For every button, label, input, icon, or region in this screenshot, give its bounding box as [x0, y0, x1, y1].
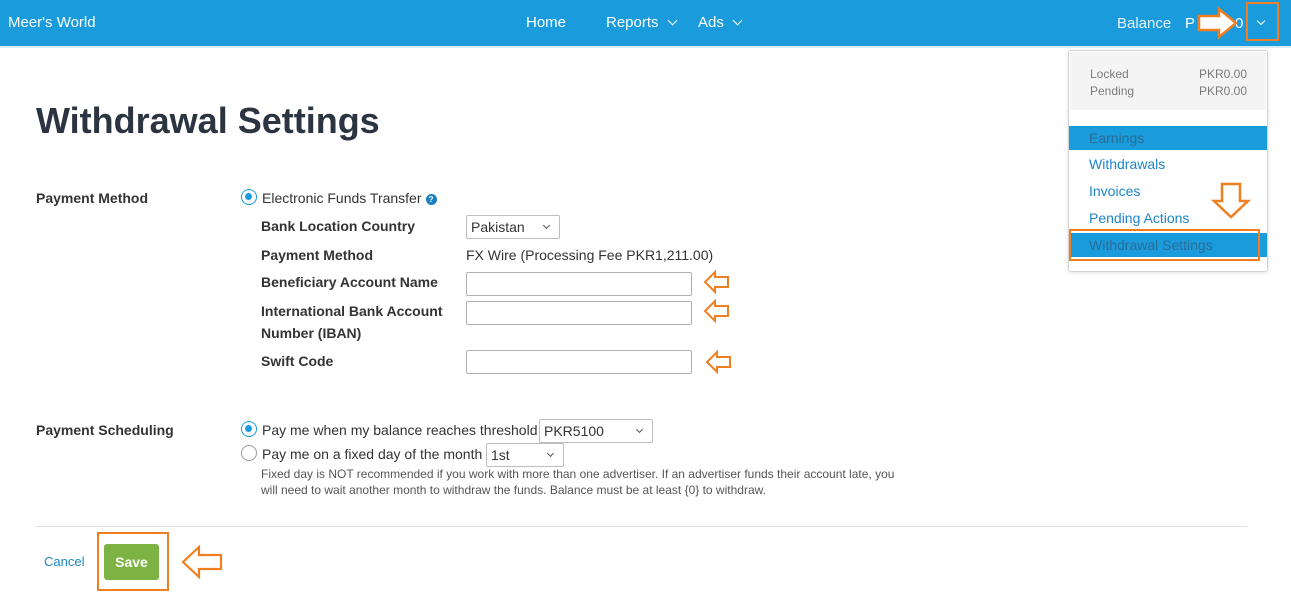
- eft-radio[interactable]: [241, 189, 257, 205]
- chevron-down-icon: [546, 449, 555, 458]
- swift-code-input[interactable]: [466, 350, 692, 374]
- arrow-annotation-icon: [703, 269, 729, 295]
- top-navbar: Meer's World Home Reports Ads Balance P …: [0, 0, 1291, 46]
- beneficiary-label: Beneficiary Account Name: [261, 274, 438, 290]
- fixed-day-option-label[interactable]: Pay me on a fixed day of the month: [262, 446, 482, 462]
- method-value: FX Wire (Processing Fee PKR1,211.00): [466, 247, 714, 263]
- help-icon[interactable]: ?: [425, 194, 437, 205]
- menu-item-earnings[interactable]: Earnings: [1069, 126, 1267, 150]
- arrow-annotation-icon: [1197, 6, 1238, 40]
- chevron-down-icon: [667, 15, 677, 26]
- account-menu-toggle[interactable]: [1246, 2, 1279, 41]
- iban-label: International Bank Account Number (IBAN): [261, 303, 443, 341]
- arrow-annotation-icon: [705, 349, 731, 375]
- divider: [36, 526, 1247, 527]
- nav-reports-label: Reports: [606, 14, 659, 31]
- nav-reports[interactable]: Reports: [606, 14, 677, 31]
- eft-option[interactable]: Electronic Funds Transfer?: [262, 190, 437, 206]
- threshold-radio[interactable]: [241, 421, 257, 437]
- payment-scheduling-section-label: Payment Scheduling: [36, 422, 174, 438]
- nav-ads[interactable]: Ads: [698, 14, 743, 31]
- pending-value: PKR0.00: [1198, 84, 1247, 98]
- balance-label: Balance: [1117, 15, 1172, 32]
- balance-value: P: [1185, 15, 1196, 32]
- menu-item-withdrawals[interactable]: Withdrawals: [1069, 152, 1267, 176]
- threshold-option-label[interactable]: Pay me when my balance reaches threshold: [262, 422, 537, 438]
- navbar-underline: [0, 46, 1291, 48]
- bank-country-label: Bank Location Country: [261, 218, 416, 234]
- eft-option-label: Electronic Funds Transfer: [262, 190, 422, 206]
- chevron-down-icon: [732, 15, 743, 26]
- fixed-day-value: 1st: [491, 447, 510, 463]
- balance-summary: [1070, 52, 1266, 110]
- fixed-day-note: Fixed day is NOT recommended if you work…: [261, 467, 895, 497]
- threshold-value: PKR5100: [544, 423, 604, 439]
- beneficiary-name-input[interactable]: [466, 272, 692, 296]
- arrow-annotation-icon: [1210, 182, 1252, 219]
- threshold-select[interactable]: PKR5100: [539, 419, 653, 443]
- cancel-link[interactable]: Cancel: [44, 554, 84, 569]
- fixed-day-select[interactable]: 1st: [486, 443, 564, 467]
- swift-label: Swift Code: [261, 353, 334, 369]
- arrow-annotation-icon: [181, 544, 223, 580]
- page-title: Withdrawal Settings: [36, 100, 380, 141]
- brand-name[interactable]: Meer's World: [8, 14, 96, 31]
- payment-method-section-label: Payment Method: [36, 190, 149, 206]
- iban-input[interactable]: [466, 301, 692, 325]
- chevron-down-icon: [635, 425, 644, 434]
- locked-value: PKR0.00: [1198, 67, 1247, 81]
- save-button[interactable]: Save: [104, 544, 159, 580]
- chevron-down-icon: [542, 221, 551, 230]
- nav-home[interactable]: Home: [526, 14, 566, 31]
- pending-row: Pending PKR0.00: [1090, 84, 1247, 98]
- highlight-box: [1069, 229, 1260, 261]
- save-highlight-box: Save: [97, 532, 169, 591]
- bank-country-value: Pakistan: [471, 219, 525, 235]
- locked-row: Locked PKR0.00: [1090, 67, 1247, 81]
- method-label: Payment Method: [261, 247, 374, 263]
- pending-label: Pending: [1090, 84, 1135, 98]
- bank-country-select[interactable]: Pakistan: [466, 215, 560, 239]
- locked-label: Locked: [1090, 67, 1129, 81]
- fixed-day-radio[interactable]: [241, 445, 257, 461]
- arrow-annotation-icon: [703, 298, 729, 324]
- chevron-down-icon: [1256, 16, 1266, 26]
- nav-ads-label: Ads: [698, 14, 724, 31]
- nav-home-label: Home: [526, 14, 567, 31]
